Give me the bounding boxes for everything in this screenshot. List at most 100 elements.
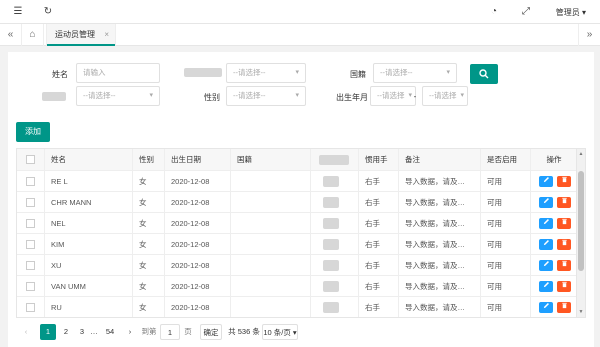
cell-redacted <box>311 234 359 254</box>
table-row[interactable]: RU 女 2020-12-08 右手 导入数据，请及… 可用 <box>17 297 577 317</box>
cell-enabled: 可用 <box>481 255 531 275</box>
page-3-button[interactable]: 3 <box>76 324 88 340</box>
filter-select-2[interactable]: --请选择-- ▾ <box>76 86 160 106</box>
col-country: 国籍 <box>231 149 311 170</box>
row-checkbox[interactable] <box>26 240 35 249</box>
search-button[interactable] <box>470 64 498 84</box>
cell-country <box>231 255 311 275</box>
edit-icon <box>543 282 549 288</box>
cell-actions <box>531 192 577 212</box>
menu-toggle-icon[interactable]: ☰ <box>12 6 24 18</box>
tab-scroll-left-icon[interactable]: « <box>0 24 22 46</box>
birth-end-select[interactable]: --请选择 ▾ <box>422 86 468 106</box>
cell-hand: 右手 <box>359 297 399 317</box>
fullscreen-icon[interactable]: ⤢ <box>520 6 532 18</box>
row-checkbox[interactable] <box>26 282 35 291</box>
page-1-button[interactable]: 1 <box>40 324 56 340</box>
cell-hand: 右手 <box>359 276 399 296</box>
trash-icon <box>561 239 567 246</box>
cell-hand: 右手 <box>359 255 399 275</box>
table-row[interactable]: RE L 女 2020-12-08 右手 导入数据，请及… 可用 <box>17 171 577 192</box>
row-checkbox[interactable] <box>26 261 35 270</box>
delete-button[interactable] <box>557 218 571 229</box>
edit-button[interactable] <box>539 239 553 250</box>
cell-country <box>231 171 311 191</box>
scroll-up-icon[interactable]: ▲ <box>577 151 585 157</box>
range-dash: - <box>413 92 417 101</box>
close-icon[interactable]: × <box>104 24 109 46</box>
cell-actions <box>531 213 577 233</box>
edit-button[interactable] <box>539 176 553 187</box>
cell-dob: 2020-12-08 <box>165 171 231 191</box>
tab-scroll-right-icon[interactable]: » <box>578 24 600 46</box>
table-row[interactable]: KIM 女 2020-12-08 右手 导入数据，请及… 可用 <box>17 234 577 255</box>
delete-button[interactable] <box>557 281 571 292</box>
row-checkbox-cell <box>17 213 45 233</box>
cell-redacted <box>311 276 359 296</box>
delete-button[interactable] <box>557 260 571 271</box>
delete-button[interactable] <box>557 302 571 313</box>
edit-button[interactable] <box>539 302 553 313</box>
next-page-button[interactable]: › <box>124 324 136 340</box>
tab-athlete-management[interactable]: 运动员管理 × <box>46 24 116 46</box>
prev-page-button[interactable]: ‹ <box>20 324 32 340</box>
row-checkbox[interactable] <box>26 177 35 186</box>
country-select[interactable]: --请选择-- ▾ <box>373 63 457 83</box>
cell-note: 导入数据，请及… <box>399 276 481 296</box>
cell-dob: 2020-12-08 <box>165 213 231 233</box>
table-row[interactable]: VAN UMM 女 2020-12-08 右手 导入数据，请及… 可用 <box>17 276 577 297</box>
page-54-button[interactable]: 54 <box>102 324 118 340</box>
edit-button[interactable] <box>539 218 553 229</box>
goto-page-input[interactable]: 1 <box>160 324 180 340</box>
page-size-select[interactable]: 10 条/页 ▾ <box>262 324 298 340</box>
redacted-value <box>323 218 339 229</box>
cell-note: 导入数据，请及… <box>399 297 481 317</box>
scroll-down-icon[interactable]: ▼ <box>577 309 585 315</box>
trash-icon <box>561 218 567 225</box>
filter-select-1[interactable]: --请选择-- ▾ <box>226 63 306 83</box>
main-panel: 姓名 请输入 --请选择-- ▾ 国籍 --请选择-- ▾ --请选择-- ▾ … <box>8 52 594 347</box>
row-checkbox[interactable] <box>26 303 35 312</box>
scrollbar-thumb[interactable] <box>578 171 584 271</box>
chevron-down-icon: ▾ <box>292 328 297 337</box>
add-button[interactable]: 添加 <box>16 122 50 142</box>
gender-select[interactable]: --请选择-- ▾ <box>226 86 306 106</box>
select-all-checkbox[interactable] <box>26 155 35 164</box>
trash-icon <box>561 197 567 204</box>
redacted-label <box>42 92 66 101</box>
table-scrollbar[interactable]: ▲ ▼ <box>576 149 585 317</box>
name-input[interactable]: 请输入 <box>76 63 160 83</box>
trash-icon <box>561 176 567 183</box>
row-checkbox[interactable] <box>26 219 35 228</box>
theme-icon[interactable]: ◔ <box>488 6 500 18</box>
cell-redacted <box>311 213 359 233</box>
delete-button[interactable] <box>557 176 571 187</box>
user-menu[interactable]: 管理员 ▾ <box>556 7 586 18</box>
home-icon[interactable]: ⌂ <box>22 24 44 46</box>
goto-confirm-button[interactable]: 确定 <box>200 324 222 340</box>
refresh-icon[interactable]: ↻ <box>42 6 54 18</box>
delete-button[interactable] <box>557 197 571 208</box>
cell-note: 导入数据，请及… <box>399 255 481 275</box>
redacted-value <box>323 260 339 271</box>
col-actions: 操作 <box>546 155 562 164</box>
row-checkbox-cell <box>17 192 45 212</box>
delete-button[interactable] <box>557 239 571 250</box>
cell-hand: 右手 <box>359 192 399 212</box>
edit-icon <box>543 177 549 183</box>
page-2-button[interactable]: 2 <box>60 324 72 340</box>
table-row[interactable]: CHR MANN 女 2020-12-08 右手 导入数据，请及… 可用 <box>17 192 577 213</box>
page-ellipsis: … <box>90 327 98 336</box>
row-checkbox[interactable] <box>26 198 35 207</box>
edit-button[interactable] <box>539 197 553 208</box>
edit-button[interactable] <box>539 260 553 271</box>
col-dob: 出生日期 <box>165 149 231 170</box>
table-row[interactable]: XU 女 2020-12-08 右手 导入数据，请及… 可用 <box>17 255 577 276</box>
select-placeholder: --请选择 <box>429 91 457 100</box>
table-row[interactable]: NEL 女 2020-12-08 右手 导入数据，请及… 可用 <box>17 213 577 234</box>
col-gender: 性别 <box>133 149 165 170</box>
cell-gender: 女 <box>133 234 165 254</box>
edit-button[interactable] <box>539 281 553 292</box>
row-checkbox-cell <box>17 234 45 254</box>
cell-name: KIM <box>45 234 133 254</box>
